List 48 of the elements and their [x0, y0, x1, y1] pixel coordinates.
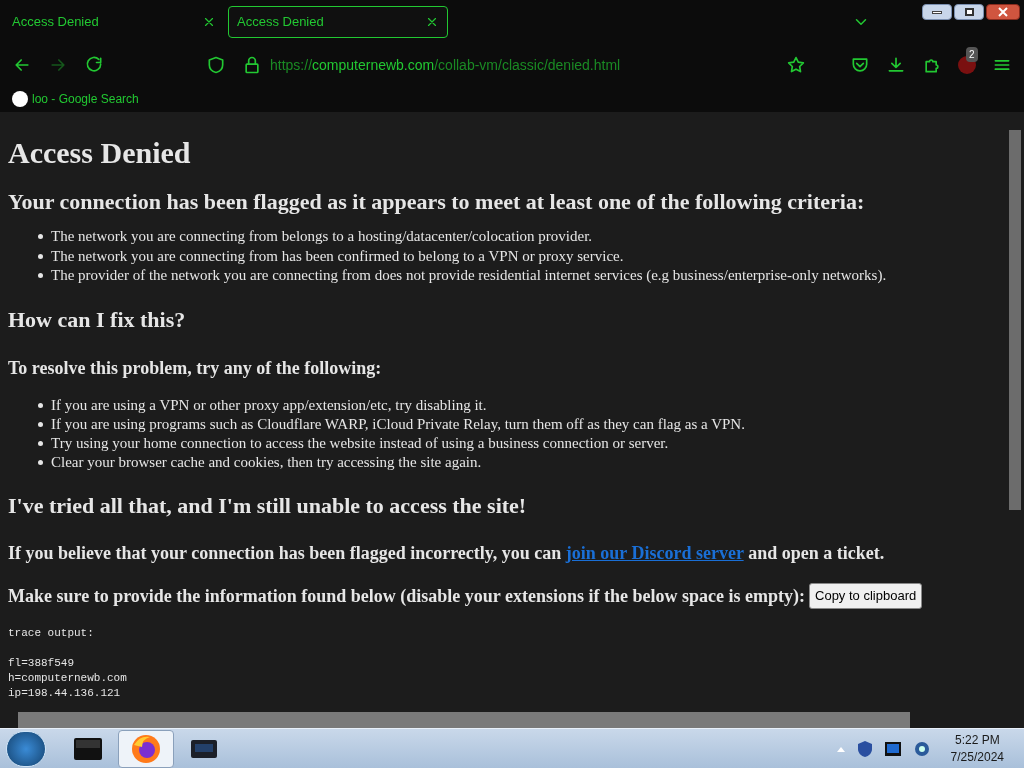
- fix-intro: To resolve this problem, try any of the following:: [8, 357, 383, 380]
- criteria-item: The network you are connecting from belongs to a hosting/datacenter/colocation provider.: [51, 227, 593, 246]
- help-heading: I've tried all that, and I'm still unable to access the site!: [8, 492, 528, 520]
- contact-text: If you believe that your connection has been flagged incorrectly, you can join our Discord server and open a ticket.: [8, 541, 886, 565]
- padlock-icon[interactable]: [242, 55, 262, 75]
- bullet-icon: [38, 234, 43, 240]
- browser-tab[interactable]: Access Denied: [4, 6, 224, 38]
- bullet-icon: [38, 253, 43, 259]
- taskbar-button[interactable]: [118, 729, 174, 768]
- close-icon[interactable]: [202, 15, 216, 29]
- fix-item: Clear your browser cache and cookies, then try accessing the site again.: [51, 453, 482, 472]
- pocket-icon[interactable]: [850, 55, 870, 75]
- fix-heading: How can I fix this?: [8, 305, 187, 333]
- bullet-icon: [38, 403, 43, 408]
- shield-icon[interactable]: [856, 739, 873, 758]
- fix-item: If you are using programs such as Cloudflare WARP, iCloud Private Relay, turn them off as they can flag as a VPN.: [51, 415, 745, 434]
- fix-item: Try using your home connection to access the website instead of using a business connection or server.: [51, 434, 669, 453]
- star-icon[interactable]: [786, 55, 806, 75]
- browser-tab[interactable]: Access Denied: [228, 6, 448, 38]
- address-field[interactable]: https://computernewb.com/collab-vm/classic/denied.html: [270, 54, 770, 76]
- bullet-icon: [38, 422, 43, 427]
- close-icon: [998, 7, 1008, 17]
- bullet-icon: [38, 273, 43, 279]
- browser-icon: [130, 732, 162, 765]
- clock-time: 5:22 PM: [954, 731, 1000, 749]
- start-button[interactable]: [6, 730, 46, 767]
- bookmark-link[interactable]: loo - Google Search: [12, 90, 139, 108]
- close-button[interactable]: [986, 4, 1020, 20]
- provide-text: Make sure to provide the information found below (disable your extensions if the below space is empty):: [8, 584, 805, 608]
- restore-button[interactable]: [954, 4, 984, 20]
- minimize-button[interactable]: [922, 4, 952, 20]
- shield-icon[interactable]: [206, 55, 226, 75]
- criteria-item: The network you are connecting from has been confirmed to belong to a VPN or proxy service.: [51, 246, 624, 266]
- page-heading: Access Denied: [8, 135, 192, 171]
- extension-badge: 2: [966, 47, 978, 62]
- criteria-heading: Your connection has been flagged as it appears to meet at least one of the following criteria:: [8, 187, 866, 215]
- bullet-icon: [38, 441, 43, 446]
- fix-item: If you are using a VPN or other proxy app/extension/etc, try disabling it.: [51, 396, 487, 415]
- close-icon[interactable]: [425, 15, 439, 29]
- trace-output: trace output: fl=388f549 h=computernewb.com ip=198.44.136.121: [8, 625, 128, 701]
- copy-button[interactable]: Copy to clipboard: [809, 583, 923, 609]
- download-icon[interactable]: [886, 55, 906, 75]
- criteria-item: The provider of the network you are connecting from does not provide residential internet services (e.g business/enterprise-only networks).: [51, 266, 887, 285]
- clock-date: 7/25/2024: [950, 748, 1004, 766]
- monitor-icon[interactable]: [884, 741, 901, 756]
- reload-icon[interactable]: [84, 55, 104, 75]
- network-icon[interactable]: [912, 739, 931, 758]
- bullet-icon: [38, 460, 43, 465]
